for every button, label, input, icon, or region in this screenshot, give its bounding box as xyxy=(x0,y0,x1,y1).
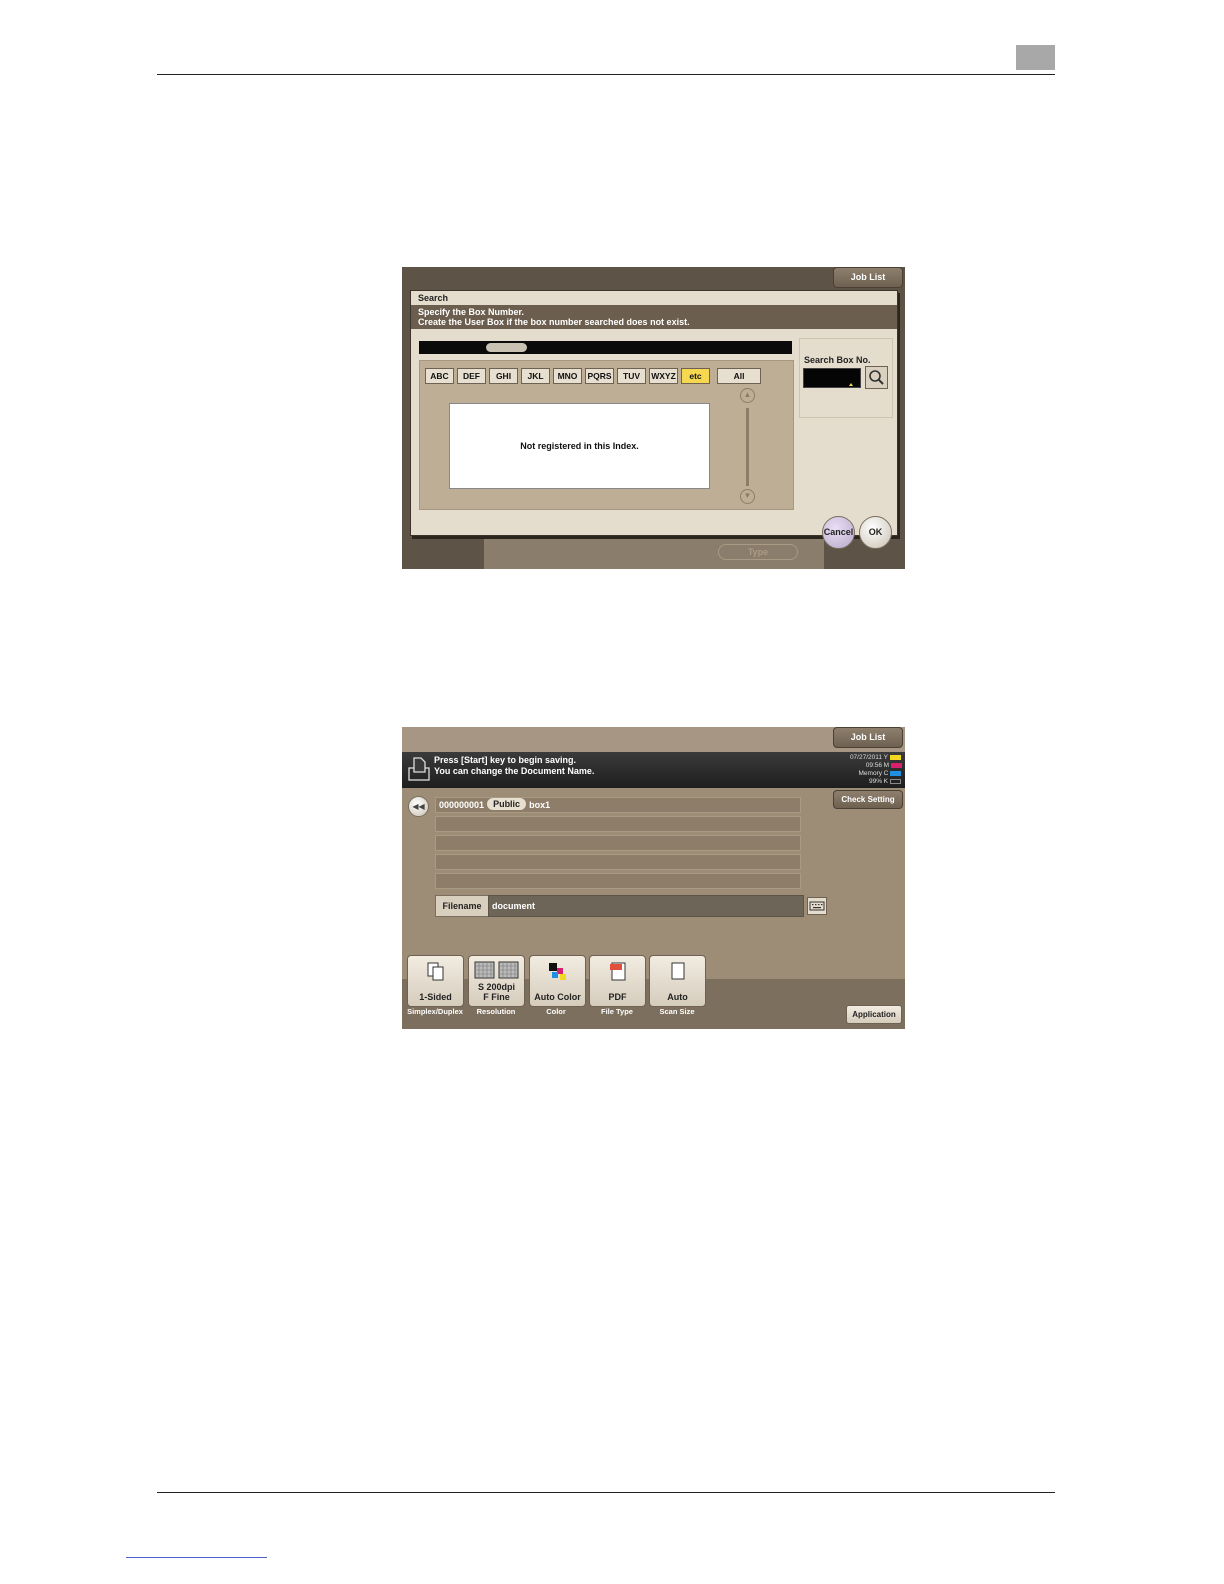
toner-y: Y xyxy=(884,754,902,762)
scan-size-icon xyxy=(671,962,684,980)
status-message: Press [Start] key to begin saving. You c… xyxy=(434,755,594,777)
document-save-icon xyxy=(408,757,430,781)
destination-row-empty xyxy=(435,816,801,832)
back-icon[interactable]: ◀◀ xyxy=(408,796,429,817)
empty-list-message: Not registered in this Index. xyxy=(449,403,710,489)
destination-row-empty xyxy=(435,873,801,889)
pdf-file-icon xyxy=(609,962,625,981)
auto-color-icon xyxy=(548,963,566,980)
message-line-2: Create the User Box if the box number se… xyxy=(418,317,690,327)
tab-pqrs[interactable]: PQRS xyxy=(585,368,614,384)
background-type-button: Type xyxy=(718,544,798,560)
tab-mno[interactable]: MNO xyxy=(553,368,582,384)
toner-levels: Y M C K xyxy=(884,754,902,786)
filename-field[interactable]: document xyxy=(488,895,804,917)
application-button[interactable]: Application xyxy=(846,1005,902,1024)
box-name: box1 xyxy=(529,800,551,810)
resolution-button[interactable]: S 200dpi F Fine xyxy=(468,955,525,1007)
input-caret-icon xyxy=(849,383,853,386)
tab-jkl[interactable]: JKL xyxy=(521,368,550,384)
simplex-value: 1-Sided xyxy=(419,992,452,1002)
dialog-title: Search xyxy=(411,291,897,305)
job-list-button[interactable]: Job List xyxy=(833,267,903,288)
one-sided-icon xyxy=(427,962,443,981)
toner-k-swatch xyxy=(889,778,901,784)
footer-rule xyxy=(157,1492,1055,1493)
footer-link-underline xyxy=(126,1557,267,1558)
scan-size-button[interactable]: Auto xyxy=(649,955,706,1007)
scan-size-caption: Scan Size xyxy=(659,1007,695,1016)
scroll-up-icon[interactable]: ▲ xyxy=(740,388,755,403)
file-type-caption: File Type xyxy=(601,1007,633,1016)
save-document-screenshot: Job List Press [Start] key to begin savi… xyxy=(402,727,905,1029)
tab-abc[interactable]: ABC xyxy=(425,368,454,384)
header-rule xyxy=(157,74,1055,75)
index-area: ABC DEF GHI JKL MNO PQRS TUV WXYZ etc Al… xyxy=(419,360,794,510)
color-caption: Color xyxy=(546,1007,566,1016)
tab-def[interactable]: DEF xyxy=(457,368,486,384)
index-scroll-bar[interactable] xyxy=(419,341,792,354)
search-box-no-label: Search Box No. xyxy=(804,355,871,365)
cancel-button[interactable]: Cancel xyxy=(822,516,855,549)
resolution-caption: Resolution xyxy=(476,1007,516,1016)
status-memory-label: Memory xyxy=(858,770,882,777)
file-type-button[interactable]: PDF xyxy=(589,955,646,1007)
chapter-tab-marker xyxy=(1016,45,1055,70)
scroll-down-icon[interactable]: ▼ xyxy=(740,489,755,504)
box-number: 000000001 xyxy=(439,800,485,810)
color-button[interactable]: Auto Color xyxy=(529,955,586,1007)
tab-tuv[interactable]: TUV xyxy=(617,368,646,384)
message-line-2: You can change the Document Name. xyxy=(434,766,595,776)
tab-wxyz[interactable]: WXYZ xyxy=(649,368,678,384)
dialog-message: Specify the Box Number. Create the User … xyxy=(411,305,897,329)
search-box-no-input[interactable] xyxy=(803,368,861,388)
filename-label[interactable]: Filename xyxy=(435,895,489,917)
device-status: 07/27/2011 09:56 Memory 99% xyxy=(850,754,882,786)
toner-m: M xyxy=(884,762,902,770)
toner-c-swatch xyxy=(890,770,902,776)
status-time: 09:56 xyxy=(865,762,882,769)
index-tabs: ABC DEF GHI JKL MNO PQRS TUV WXYZ etc Al… xyxy=(425,368,761,384)
simplex-duplex-button[interactable]: 1-Sided xyxy=(407,955,464,1007)
simplex-caption: Simplex/Duplex xyxy=(407,1007,463,1016)
keyboard-button[interactable] xyxy=(807,897,827,915)
status-date: 07/27/2011 xyxy=(849,754,882,761)
destination-row-empty xyxy=(435,835,801,851)
status-memory-value: 99% xyxy=(868,778,882,785)
tab-all[interactable]: All xyxy=(717,368,761,384)
magnifier-icon xyxy=(869,370,884,385)
index-scroll-thumb[interactable] xyxy=(486,343,527,352)
check-setting-button[interactable]: Check Setting xyxy=(833,790,903,809)
resolution-icon xyxy=(474,961,518,979)
box-type-badge: Public xyxy=(487,798,527,810)
search-button[interactable] xyxy=(865,366,888,389)
message-bar: Press [Start] key to begin saving. You c… xyxy=(402,752,905,788)
destination-row-empty xyxy=(435,854,801,870)
ok-button[interactable]: OK xyxy=(859,516,892,549)
toner-k: K xyxy=(884,778,902,786)
tab-etc[interactable]: etc xyxy=(681,368,710,384)
toner-m-swatch xyxy=(891,762,902,768)
job-list-button[interactable]: Job List xyxy=(833,727,903,748)
destination-row[interactable]: 000000001 Public box1 xyxy=(435,797,801,813)
color-value: Auto Color xyxy=(534,992,581,1002)
toner-c: C xyxy=(884,770,902,778)
destination-list: 000000001 Public box1 xyxy=(435,797,801,892)
resolution-value: S 200dpi F Fine xyxy=(477,982,515,1002)
message-line-1: Press [Start] key to begin saving. xyxy=(434,755,577,765)
scroll-track[interactable] xyxy=(746,408,749,486)
search-dialog: Search Specify the Box Number. Create th… xyxy=(410,290,898,536)
toner-y-swatch xyxy=(889,754,901,760)
tab-ghi[interactable]: GHI xyxy=(489,368,518,384)
top-strip xyxy=(402,727,905,752)
keyboard-icon xyxy=(809,901,825,911)
scan-size-value: Auto xyxy=(667,992,688,1002)
message-line-1: Specify the Box Number. xyxy=(418,307,525,317)
search-box-screenshot: Type Job List Search Specify the Box Num… xyxy=(402,267,905,569)
file-type-value: PDF xyxy=(608,992,627,1002)
